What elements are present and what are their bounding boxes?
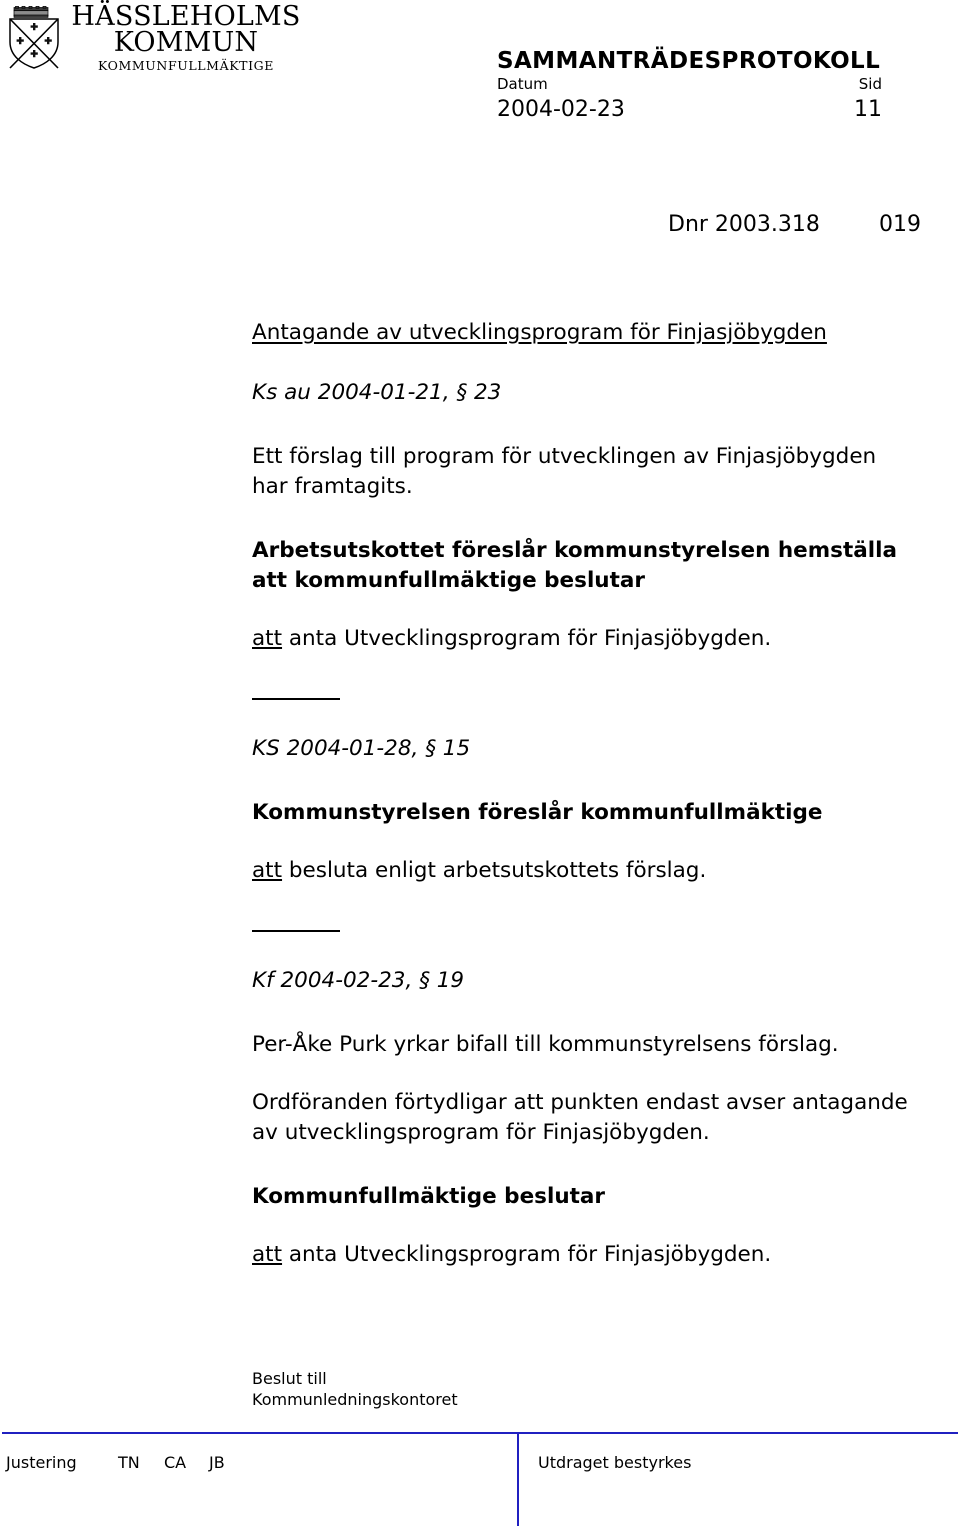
kf-decision-clause: att anta Utvecklingsprogram för Finjasjö… — [252, 1240, 960, 1270]
document-type-title: SAMMANTRÄDESPROTOKOLL — [497, 48, 881, 74]
distribution-recipient: Kommunledningskontoret — [252, 1390, 458, 1409]
kf-decision-heading: Kommunfullmäktige beslutar — [252, 1184, 606, 1209]
agenda-item-title: Antagande av utvecklingsprogram för Finj… — [252, 320, 827, 345]
meta-labels-row: Datum Sid — [497, 75, 882, 96]
diary-number: Dnr 2003.318 — [668, 212, 820, 237]
signature-initials-1: TN — [118, 1453, 140, 1472]
justering-label: Justering — [6, 1453, 77, 1472]
document-header-meta: SAMMANTRÄDESPROTOKOLL Datum Sid 2004-02-… — [497, 48, 882, 126]
protocol-body: Antagande av utvecklingsprogram för Finj… — [252, 318, 960, 1270]
meta-values-row: 2004-02-23 11 — [497, 96, 882, 126]
diary-number-suffix: 019 — [879, 212, 921, 237]
att-keyword: att — [252, 626, 283, 651]
ksau-decision-clause: att anta Utvecklingsprogram för Finjasjö… — [252, 624, 960, 654]
municipality-wordmark: HÄSSLEHOLMS KOMMUN KOMMUNFULLMÄKTIGE — [66, 3, 306, 73]
page-footer: Justering TN CA JB Utdraget bestyrkes — [0, 1432, 960, 1526]
ksau-meeting-reference: Ks au 2004-01-21, § 23 — [252, 380, 502, 405]
governing-body-name: KOMMUNFULLMÄKTIGE — [98, 58, 274, 73]
attestation-label: Utdraget bestyrkes — [538, 1453, 692, 1472]
background-text-line-2: har framtagits. — [252, 474, 413, 499]
ksau-proposal-heading-line-1: Arbetsutskottet föreslår kommunstyrelsen… — [252, 538, 897, 563]
page-header: HÄSSLEHOLMS KOMMUN KOMMUNFULLMÄKTIGE SAM… — [0, 0, 960, 150]
page-label: Sid — [858, 75, 882, 93]
footer-vertical-divider — [517, 1434, 519, 1526]
kf-clarification-line-2: av utvecklingsprogram för Finjasjöbygden… — [252, 1120, 710, 1145]
date-label: Datum — [497, 75, 548, 93]
ks-meeting-reference: KS 2004-01-28, § 15 — [252, 736, 471, 761]
diary-number-row: Dnr 2003.318 019 — [668, 210, 960, 244]
distribution-block: Beslut till Kommunledningskontoret — [252, 1368, 752, 1410]
ksau-proposal-heading-line-2: att kommunfullmäktige beslutar — [252, 568, 646, 593]
kf-decision-clause-text: anta Utvecklingsprogram för Finjasjöbygd… — [282, 1242, 772, 1267]
justering-block: Justering TN CA JB — [6, 1452, 506, 1478]
att-keyword: att — [252, 858, 283, 883]
kf-clarification-line-1: Ordföranden förtydligar att punkten enda… — [252, 1090, 908, 1115]
ks-decision-clause-text: besluta enligt arbetsutskottets förslag. — [282, 858, 707, 883]
background-text-line-1: Ett förslag till program för utvecklinge… — [252, 444, 877, 469]
signature-initials-3: JB — [209, 1453, 225, 1472]
kf-meeting-reference: Kf 2004-02-23, § 19 — [252, 968, 465, 993]
date-value: 2004-02-23 — [497, 97, 625, 122]
kf-yrkande-text: Per-Åke Purk yrkar bifall till kommunsty… — [252, 1032, 839, 1057]
distribution-label: Beslut till — [252, 1369, 327, 1388]
page-number: 11 — [854, 97, 882, 122]
coat-of-arms-shield-icon — [8, 5, 60, 70]
footer-top-rule — [2, 1432, 958, 1434]
org-name-line-2: KOMMUN — [113, 27, 259, 58]
ksau-decision-clause-text: anta Utvecklingsprogram för Finjasjöbygd… — [282, 626, 772, 651]
att-keyword: att — [252, 1242, 283, 1267]
ks-proposal-heading: Kommunstyrelsen föreslår kommunfullmäkti… — [252, 800, 823, 825]
signature-initials-2: CA — [164, 1453, 187, 1472]
ks-decision-clause: att besluta enligt arbetsutskottets förs… — [252, 856, 960, 886]
